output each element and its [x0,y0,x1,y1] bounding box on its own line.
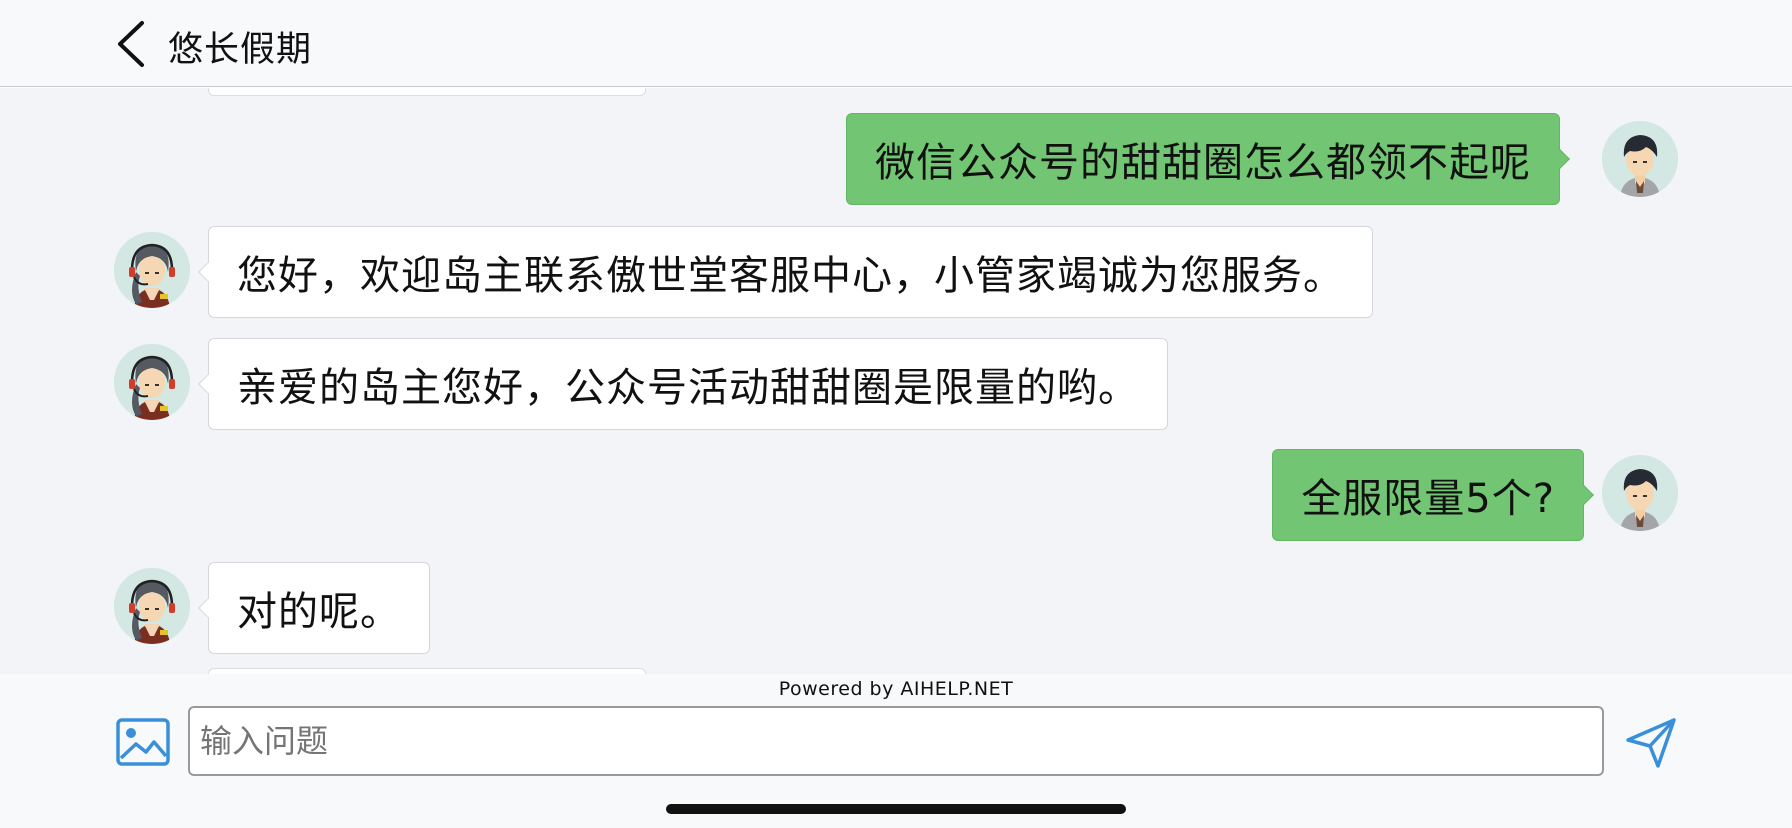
message-row-user: 全服限量5个? [0,449,1792,541]
image-icon [116,718,170,766]
message-row-agent: 您好，欢迎岛主联系傲世堂客服中心，小管家竭诚为您服务。 [0,226,1792,318]
message-row-user: 微信公众号的甜甜圈怎么都领不起呢 [0,113,1792,205]
home-indicator[interactable] [666,804,1126,814]
bubble-tail [198,374,218,394]
agent-avatar[interactable] [114,568,190,644]
bubble-tail [1574,485,1594,505]
back-button[interactable] [112,20,152,68]
paper-plane-icon [1626,718,1676,768]
agent-avatar[interactable] [114,232,190,308]
user-message-bubble: 全服限量5个? [1272,449,1594,541]
message-text: 您好，欢迎岛主联系傲世堂客服中心，小管家竭诚为您服务。 [237,253,1344,299]
bubble-tail [198,262,218,282]
bubble-tail [1550,149,1570,169]
chat-message-list[interactable]: 微信公众号的甜甜圈怎么都领不起呢 您好，欢迎岛主联系傲世堂客服中心，小管家竭诚为… [0,88,1792,674]
agent-avatar[interactable] [114,344,190,420]
message-text: 亲爱的岛主您好，公众号活动甜甜圈是限量的哟。 [237,365,1139,411]
question-input[interactable] [188,706,1604,776]
message-row-agent: 对的呢。 [0,562,1792,654]
user-avatar[interactable] [1602,121,1678,197]
powered-by-label: Powered by AIHELP.NET [778,678,1014,700]
header-bar: 悠长假期 [0,0,1792,87]
message-text: 微信公众号的甜甜圈怎么都领不起呢 [875,140,1531,186]
bubble-tail [198,598,218,618]
composer-bar: Powered by AIHELP.NET [0,674,1792,828]
chevron-left-icon [118,21,144,67]
attach-image-button[interactable] [116,718,170,766]
agent-message-bubble: 您好，欢迎岛主联系傲世堂客服中心，小管家竭诚为您服务。 [198,226,1373,318]
message-text: 对的呢。 [237,589,401,635]
agent-message-bubble: 亲爱的岛主您好，公众号活动甜甜圈是限量的哟。 [198,338,1168,430]
partial-message-bubble [208,88,646,96]
send-button[interactable] [1624,716,1678,770]
user-message-bubble: 微信公众号的甜甜圈怎么都领不起呢 [846,113,1570,205]
agent-message-bubble: 对的呢。 [198,562,430,654]
user-avatar[interactable] [1602,455,1678,531]
message-row-agent: 亲爱的岛主您好，公众号活动甜甜圈是限量的哟。 [0,338,1792,430]
page-title: 悠长假期 [168,30,313,70]
message-text: 全服限量5个? [1301,476,1555,522]
